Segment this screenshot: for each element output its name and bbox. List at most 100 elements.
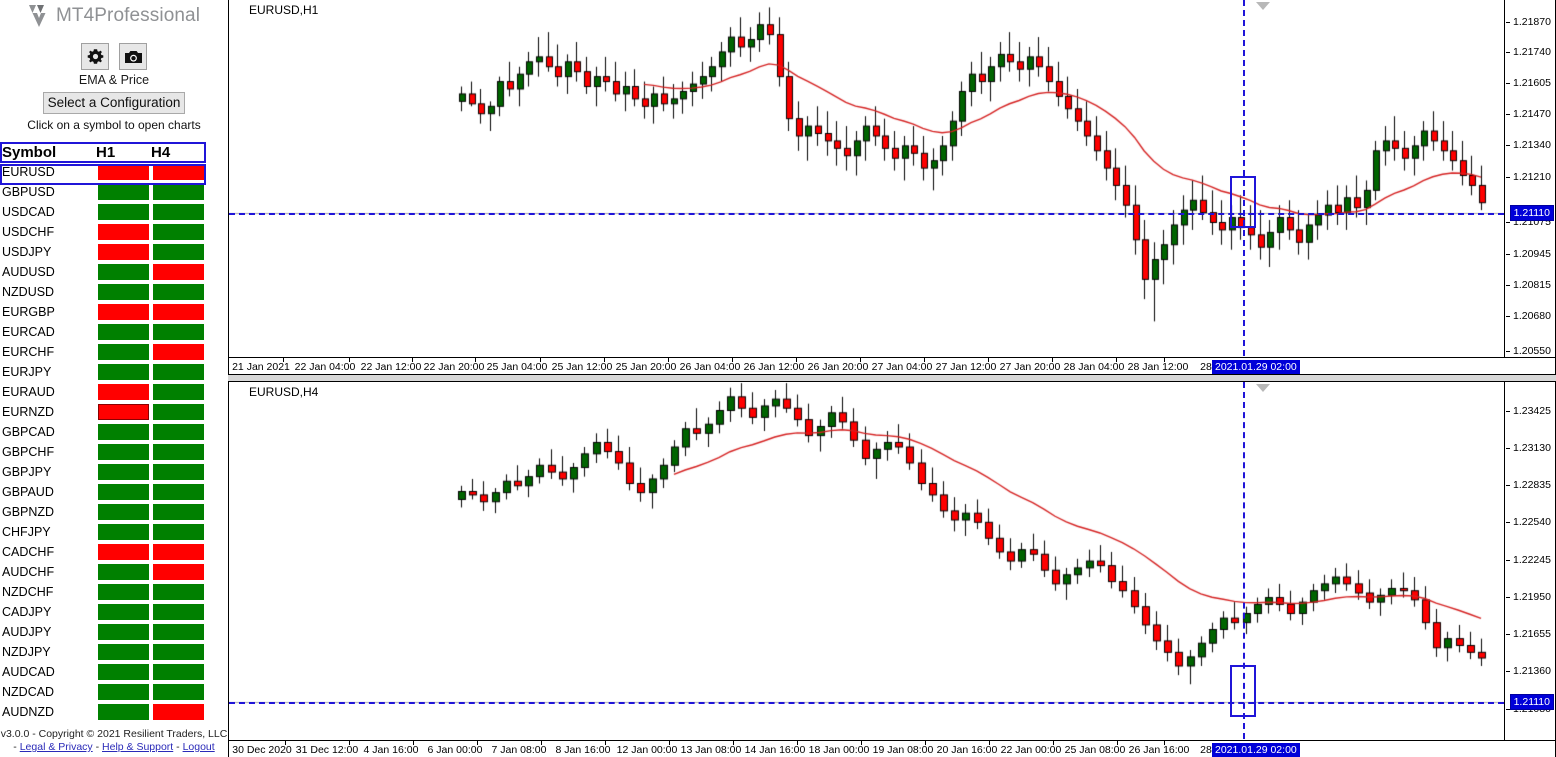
candlestick-canvas-h4[interactable] (229, 382, 1555, 756)
symbol-label[interactable]: USDCHF (0, 222, 96, 242)
signal-cell-container[interactable] (151, 542, 206, 562)
signal-cell-h4-green[interactable] (153, 664, 204, 680)
symbol-label[interactable]: GBPCAD (0, 422, 96, 442)
signal-cell-container[interactable] (151, 702, 206, 722)
signal-cell-container[interactable] (96, 582, 151, 602)
signal-cell-container[interactable] (96, 482, 151, 502)
signal-cell-h4-red[interactable] (153, 704, 204, 720)
symbol-label[interactable]: EURUSD (0, 162, 96, 182)
symbol-row-eurnzd[interactable]: EURNZD (0, 402, 206, 422)
signal-cell-container[interactable] (96, 522, 151, 542)
price-axis-h1[interactable]: 1.21870 1.21740 1.21605 1.21470 1.21340 1.212… (1504, 0, 1555, 374)
signal-cell-container[interactable] (96, 562, 151, 582)
symbol-row-gbpnzd[interactable]: GBPNZD (0, 502, 206, 522)
signal-cell-container[interactable] (96, 182, 151, 202)
signal-cell-h4-green[interactable] (153, 244, 204, 260)
signal-cell-container[interactable] (96, 642, 151, 662)
signal-cell-container[interactable] (151, 682, 206, 702)
signal-cell-h1-red[interactable] (98, 224, 149, 240)
signal-cell-container[interactable] (151, 622, 206, 642)
symbol-label[interactable]: CADCHF (0, 542, 96, 562)
symbol-row-audnzd[interactable]: AUDNZD (0, 702, 206, 722)
signal-cell-h1-red[interactable] (98, 404, 149, 420)
signal-cell-h4-green[interactable] (153, 504, 204, 520)
signal-cell-h1-green[interactable] (98, 424, 149, 440)
symbol-row-eurusd[interactable]: EURUSD (0, 162, 206, 182)
symbol-row-audjpy[interactable]: AUDJPY (0, 622, 206, 642)
signal-cell-h4-green[interactable] (153, 364, 204, 380)
signal-cell-h4-green[interactable] (153, 384, 204, 400)
signal-cell-container[interactable] (96, 262, 151, 282)
signal-cell-h1-red[interactable] (98, 304, 149, 320)
symbol-label[interactable]: AUDNZD (0, 702, 96, 722)
symbol-row-nzdjpy[interactable]: NZDJPY (0, 642, 206, 662)
signal-cell-h1-green[interactable] (98, 624, 149, 640)
signal-cell-h4-red[interactable] (153, 304, 204, 320)
signal-cell-container[interactable] (151, 602, 206, 622)
signal-cell-h4-green[interactable] (153, 424, 204, 440)
signal-cell-h4-green[interactable] (153, 464, 204, 480)
signal-cell-h4-red[interactable] (153, 544, 204, 560)
signal-cell-container[interactable] (96, 162, 151, 182)
signal-cell-container[interactable] (151, 462, 206, 482)
signal-cell-h1-green[interactable] (98, 484, 149, 500)
symbol-label[interactable]: GBPUSD (0, 182, 96, 202)
symbol-row-nzdchf[interactable]: NZDCHF (0, 582, 206, 602)
help-support-link[interactable]: Help & Support (102, 741, 173, 753)
symbol-row-audcad[interactable]: AUDCAD (0, 662, 206, 682)
symbol-row-eurgbp[interactable]: EURGBP (0, 302, 206, 322)
symbol-label[interactable]: EURNZD (0, 402, 96, 422)
signal-cell-container[interactable] (96, 702, 151, 722)
select-configuration-button[interactable]: Select a Configuration (43, 92, 185, 114)
signal-cell-container[interactable] (96, 462, 151, 482)
signal-cell-h1-green[interactable] (98, 664, 149, 680)
symbol-label[interactable]: EURCAD (0, 322, 96, 342)
signal-cell-h4-green[interactable] (153, 324, 204, 340)
symbol-row-gbpjpy[interactable]: GBPJPY (0, 462, 206, 482)
signal-cell-container[interactable] (151, 522, 206, 542)
signal-cell-h1-green[interactable] (98, 564, 149, 580)
signal-cell-container[interactable] (151, 342, 206, 362)
symbol-label[interactable]: USDJPY (0, 242, 96, 262)
signal-cell-h4-green[interactable] (153, 524, 204, 540)
signal-cell-h1-green[interactable] (98, 524, 149, 540)
signal-cell-h1-red[interactable] (98, 164, 149, 180)
signal-cell-h4-red[interactable] (153, 564, 204, 580)
symbol-label[interactable]: GBPCHF (0, 442, 96, 462)
symbol-row-euraud[interactable]: EURAUD (0, 382, 206, 402)
signal-cell-h4-green[interactable] (153, 204, 204, 220)
symbol-row-chfjpy[interactable]: CHFJPY (0, 522, 206, 542)
signal-cell-h1-green[interactable] (98, 704, 149, 720)
symbol-row-nzdusd[interactable]: NZDUSD (0, 282, 206, 302)
signal-cell-h4-red[interactable] (153, 264, 204, 280)
signal-cell-h1-green[interactable] (98, 204, 149, 220)
signal-cell-h4-green[interactable] (153, 644, 204, 660)
symbol-label[interactable]: AUDCHF (0, 562, 96, 582)
symbol-label[interactable]: EURAUD (0, 382, 96, 402)
symbol-row-audusd[interactable]: AUDUSD (0, 262, 206, 282)
time-axis-h4[interactable]: 30 Dec 2020 31 Dec 12:00 4 Jan 16:00 6 Jan … (229, 740, 1555, 757)
signal-cell-container[interactable] (151, 502, 206, 522)
signal-cell-h4-green[interactable] (153, 684, 204, 700)
signal-cell-h4-green[interactable] (153, 284, 204, 300)
signal-cell-container[interactable] (151, 182, 206, 202)
signal-cell-h4-green[interactable] (153, 444, 204, 460)
signal-cell-container[interactable] (151, 562, 206, 582)
signal-cell-container[interactable] (151, 422, 206, 442)
signal-cell-container[interactable] (151, 302, 206, 322)
signal-cell-container[interactable] (151, 362, 206, 382)
signal-cell-h4-green[interactable] (153, 624, 204, 640)
signal-cell-h1-green[interactable] (98, 444, 149, 460)
chart-scroll-marker-icon[interactable] (1256, 2, 1270, 10)
symbol-label[interactable]: CADJPY (0, 602, 96, 622)
signal-cell-container[interactable] (96, 442, 151, 462)
chart-panel-h4[interactable]: EURUSD,H4 1.23425 1.23130 1.22835 1.22540 1.… (228, 381, 1556, 757)
signal-cell-h4-red[interactable] (153, 344, 204, 360)
symbol-label[interactable]: NZDCHF (0, 582, 96, 602)
signal-cell-container[interactable] (151, 442, 206, 462)
signal-cell-h4-red[interactable] (153, 164, 204, 180)
signal-cell-container[interactable] (96, 342, 151, 362)
signal-cell-h4-green[interactable] (153, 184, 204, 200)
signal-cell-container[interactable] (151, 202, 206, 222)
signal-cell-h1-green[interactable] (98, 504, 149, 520)
